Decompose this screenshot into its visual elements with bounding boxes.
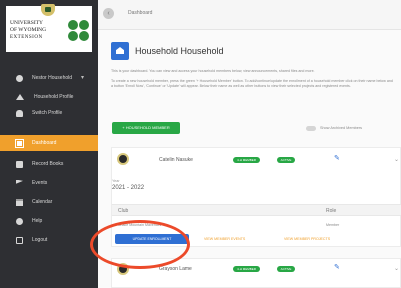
club-column-header: Club [118,208,129,214]
add-household-member-button[interactable]: + HOUSEHOLD MEMBER [112,122,180,134]
university-logo[interactable]: UNIVERSITY OF WYOMING EXTENSION [6,4,92,52]
sidebar-item-household-profile[interactable]: Household Profile [0,89,98,105]
home-icon [111,42,129,60]
show-archived-label: Show Archived Members [320,126,362,130]
sidebar: UNIVERSITY OF WYOMING EXTENSION Nestor H… [0,0,98,288]
sidebar-item-household[interactable]: Nestor Household ▾ [0,70,98,86]
chevron-down-icon[interactable]: ⌄ [394,265,399,272]
sidebar-item-label: Calendar [32,199,53,205]
sidebar-item-label: Nestor Household [32,75,73,81]
sidebar-item-label: Help [32,218,43,224]
logout-icon [16,236,23,244]
role-badge: 4-H MEMBER [233,157,260,163]
page-title: Household Household [135,46,224,56]
breadcrumb[interactable]: Dashboard [128,10,152,16]
sidebar-item-calendar[interactable]: Calendar [0,194,98,210]
view-member-events-link[interactable]: VIEW MEMBER EVENTS [204,237,245,241]
logo-line-1: UNIVERSITY [10,20,43,26]
dashboard-icon [15,138,24,148]
status-badge: ACTIVE [277,157,295,163]
sidebar-item-events[interactable]: Events [0,175,98,191]
app-window: UNIVERSITY OF WYOMING EXTENSION Nestor H… [0,0,401,288]
calendar-icon [16,198,23,206]
year-value: 2021 - 2022 [112,185,145,191]
main-content: Household Household This is your dashboa… [90,30,401,288]
sidebar-item-label: Record Books [32,161,64,167]
show-archived-toggle[interactable] [306,126,316,131]
sidebar-item-switch-profile[interactable]: Switch Profile [0,105,98,121]
user-icon [16,74,23,82]
sidebar-item-logout[interactable]: Logout [0,232,98,248]
help-icon [16,217,23,225]
flag-icon [16,179,23,184]
edit-pencil-icon[interactable]: ✎ [334,154,340,162]
sidebar-item-help[interactable]: Help [0,213,98,229]
sidebar-item-label: Household Profile [34,94,74,100]
book-icon [16,160,23,168]
member-name[interactable]: Catelin Nasuke [159,157,193,163]
chevron-down-icon[interactable]: ▾ [81,74,84,81]
home-icon [16,94,24,100]
view-member-projects-link[interactable]: VIEW MEMBER PROJECTS [284,237,330,241]
sidebar-item-record-books[interactable]: Record Books [0,156,98,172]
crest-icon [41,4,55,16]
instructions-text: To create a new household member, press … [111,79,393,88]
sidebar-item-label: Events [32,180,48,186]
dashboard-description: This is your dashboard. You can view and… [111,69,315,73]
top-bar: ‹ Dashboard [98,0,401,30]
logo-line-2: OF WYOMING [10,27,47,33]
role-cell: Member [326,223,340,227]
role-column-header: Role [326,208,337,214]
clover-icon [68,20,90,42]
logo-text: UNIVERSITY OF WYOMING EXTENSION [10,20,70,41]
chevron-down-icon[interactable]: ⌄ [394,156,399,163]
back-button[interactable]: ‹ [103,8,114,19]
sidebar-item-label: Logout [32,237,48,243]
person-icon [16,109,23,117]
year-label: Year [112,179,120,183]
sidebar-item-label: Switch Profile [32,110,63,116]
role-badge: 4-H MEMBER [233,266,260,272]
avatar [117,153,129,165]
status-badge: ACTIVE [277,266,295,272]
logo-line-3: EXTENSION [10,35,43,40]
sidebar-item-label: Dashboard [32,140,57,146]
sidebar-item-dashboard[interactable]: Dashboard [0,135,98,151]
edit-pencil-icon[interactable]: ✎ [334,263,340,271]
club-table-header: Club Role [112,204,401,216]
highlight-annotation [90,220,190,269]
member-name[interactable]: Grayson Lame [159,266,192,272]
